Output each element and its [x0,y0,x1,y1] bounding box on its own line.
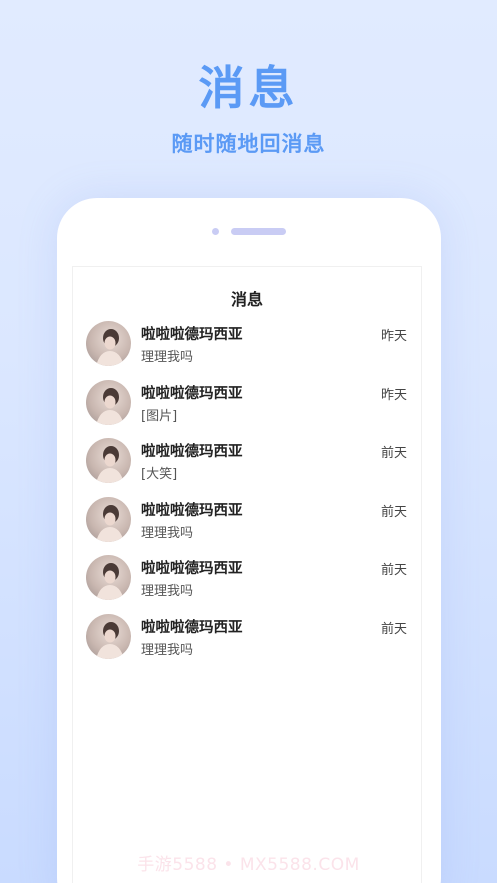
contact-name: 啦啦啦德玛西亚 [141,444,243,460]
message-preview: 理理我吗 [141,584,194,599]
message-item[interactable]: 啦啦啦德玛西亚 理理我吗 前天 [73,612,421,671]
page-title: 消息 [230,290,263,309]
message-time: 前天 [380,446,407,461]
avatar [86,321,131,366]
avatar [86,379,131,425]
message-list: 啦啦啦德玛西亚 理理我吗 昨天 啦啦啦德玛西亚 [图片] 昨天 啦啦啦德玛西亚 … [73,319,421,670]
speaker-bar [231,228,286,235]
message-item[interactable]: 啦啦啦德玛西亚 理理我吗 前天 [73,495,421,554]
message-time: 前天 [380,504,407,520]
contact-name: 啦啦啦德玛西亚 [141,502,243,519]
avatar [86,555,131,600]
message-item[interactable]: 啦啦啦德玛西亚 [图片] 昨天 [73,378,421,437]
contact-name: 啦啦啦德玛西亚 [141,327,243,343]
contact-name: 啦啦啦德玛西亚 [141,561,243,577]
avatar [86,438,131,483]
hero-title: 消息 [198,61,299,115]
contact-name: 啦啦啦德玛西亚 [141,619,243,636]
message-preview: [大笑] [141,467,178,482]
message-time: 前天 [380,563,407,578]
message-preview: 理理我吗 [141,350,194,365]
message-time: 昨天 [380,329,407,344]
message-screen: 消息 啦啦啦德玛西亚 理理我吗 昨天 啦啦啦德玛西亚 [图片] 昨天 啦啦啦德玛… [72,266,422,883]
message-preview: 理理我吗 [141,642,194,658]
message-preview: 理理我吗 [141,525,194,541]
message-item[interactable]: 啦啦啦德玛西亚 理理我吗 昨天 [73,319,421,378]
message-time: 前天 [380,621,407,637]
hero-subtitle: 随时随地回消息 [171,132,326,156]
contact-name: 啦啦啦德玛西亚 [141,385,243,402]
phone-frame: 消息 啦啦啦德玛西亚 理理我吗 昨天 啦啦啦德玛西亚 [图片] 昨天 啦啦啦德玛… [57,198,441,883]
message-item[interactable]: 啦啦啦德玛西亚 [大笑] 前天 [73,436,421,495]
message-item[interactable]: 啦啦啦德玛西亚 理理我吗 前天 [73,553,421,612]
message-time: 昨天 [380,387,407,403]
camera-dot [212,228,219,235]
message-preview: [图片] [141,408,178,424]
watermark: 手游5588 • MX5588.COM [137,855,360,875]
avatar [86,496,131,542]
avatar [86,613,131,659]
